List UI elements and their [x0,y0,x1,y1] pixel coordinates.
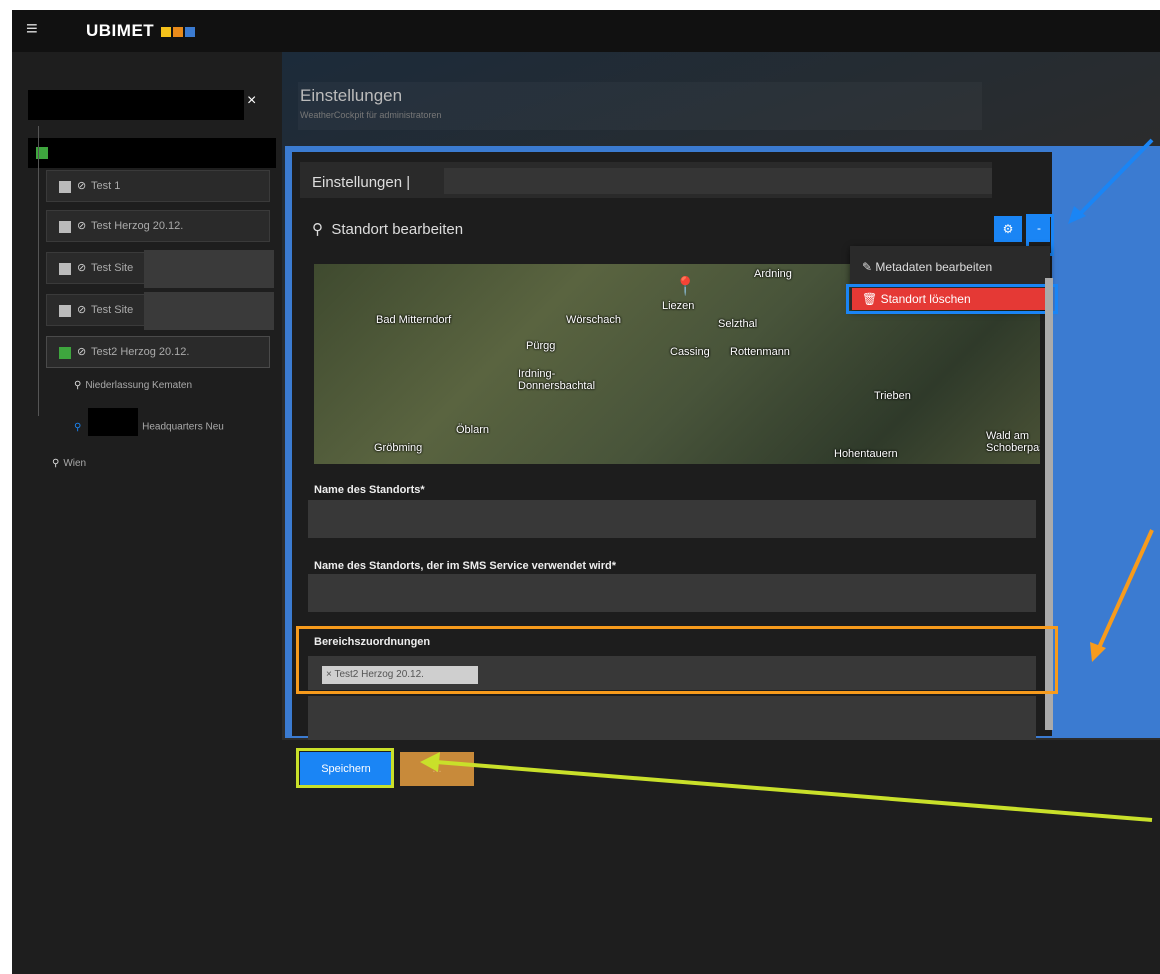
annotation-arrow-blue [1076,138,1154,218]
arrow-head-icon [420,752,440,772]
arrow-head-icon [1090,642,1106,662]
app-window: ≡ UBIMET × ⊘ Test 1 ⊘ Test Herzog 20.12.… [12,10,1160,974]
annotation-arrow-lime [435,760,1153,822]
annotation-arrows [420,138,1154,822]
annotation-arrow-orange [1096,529,1154,651]
